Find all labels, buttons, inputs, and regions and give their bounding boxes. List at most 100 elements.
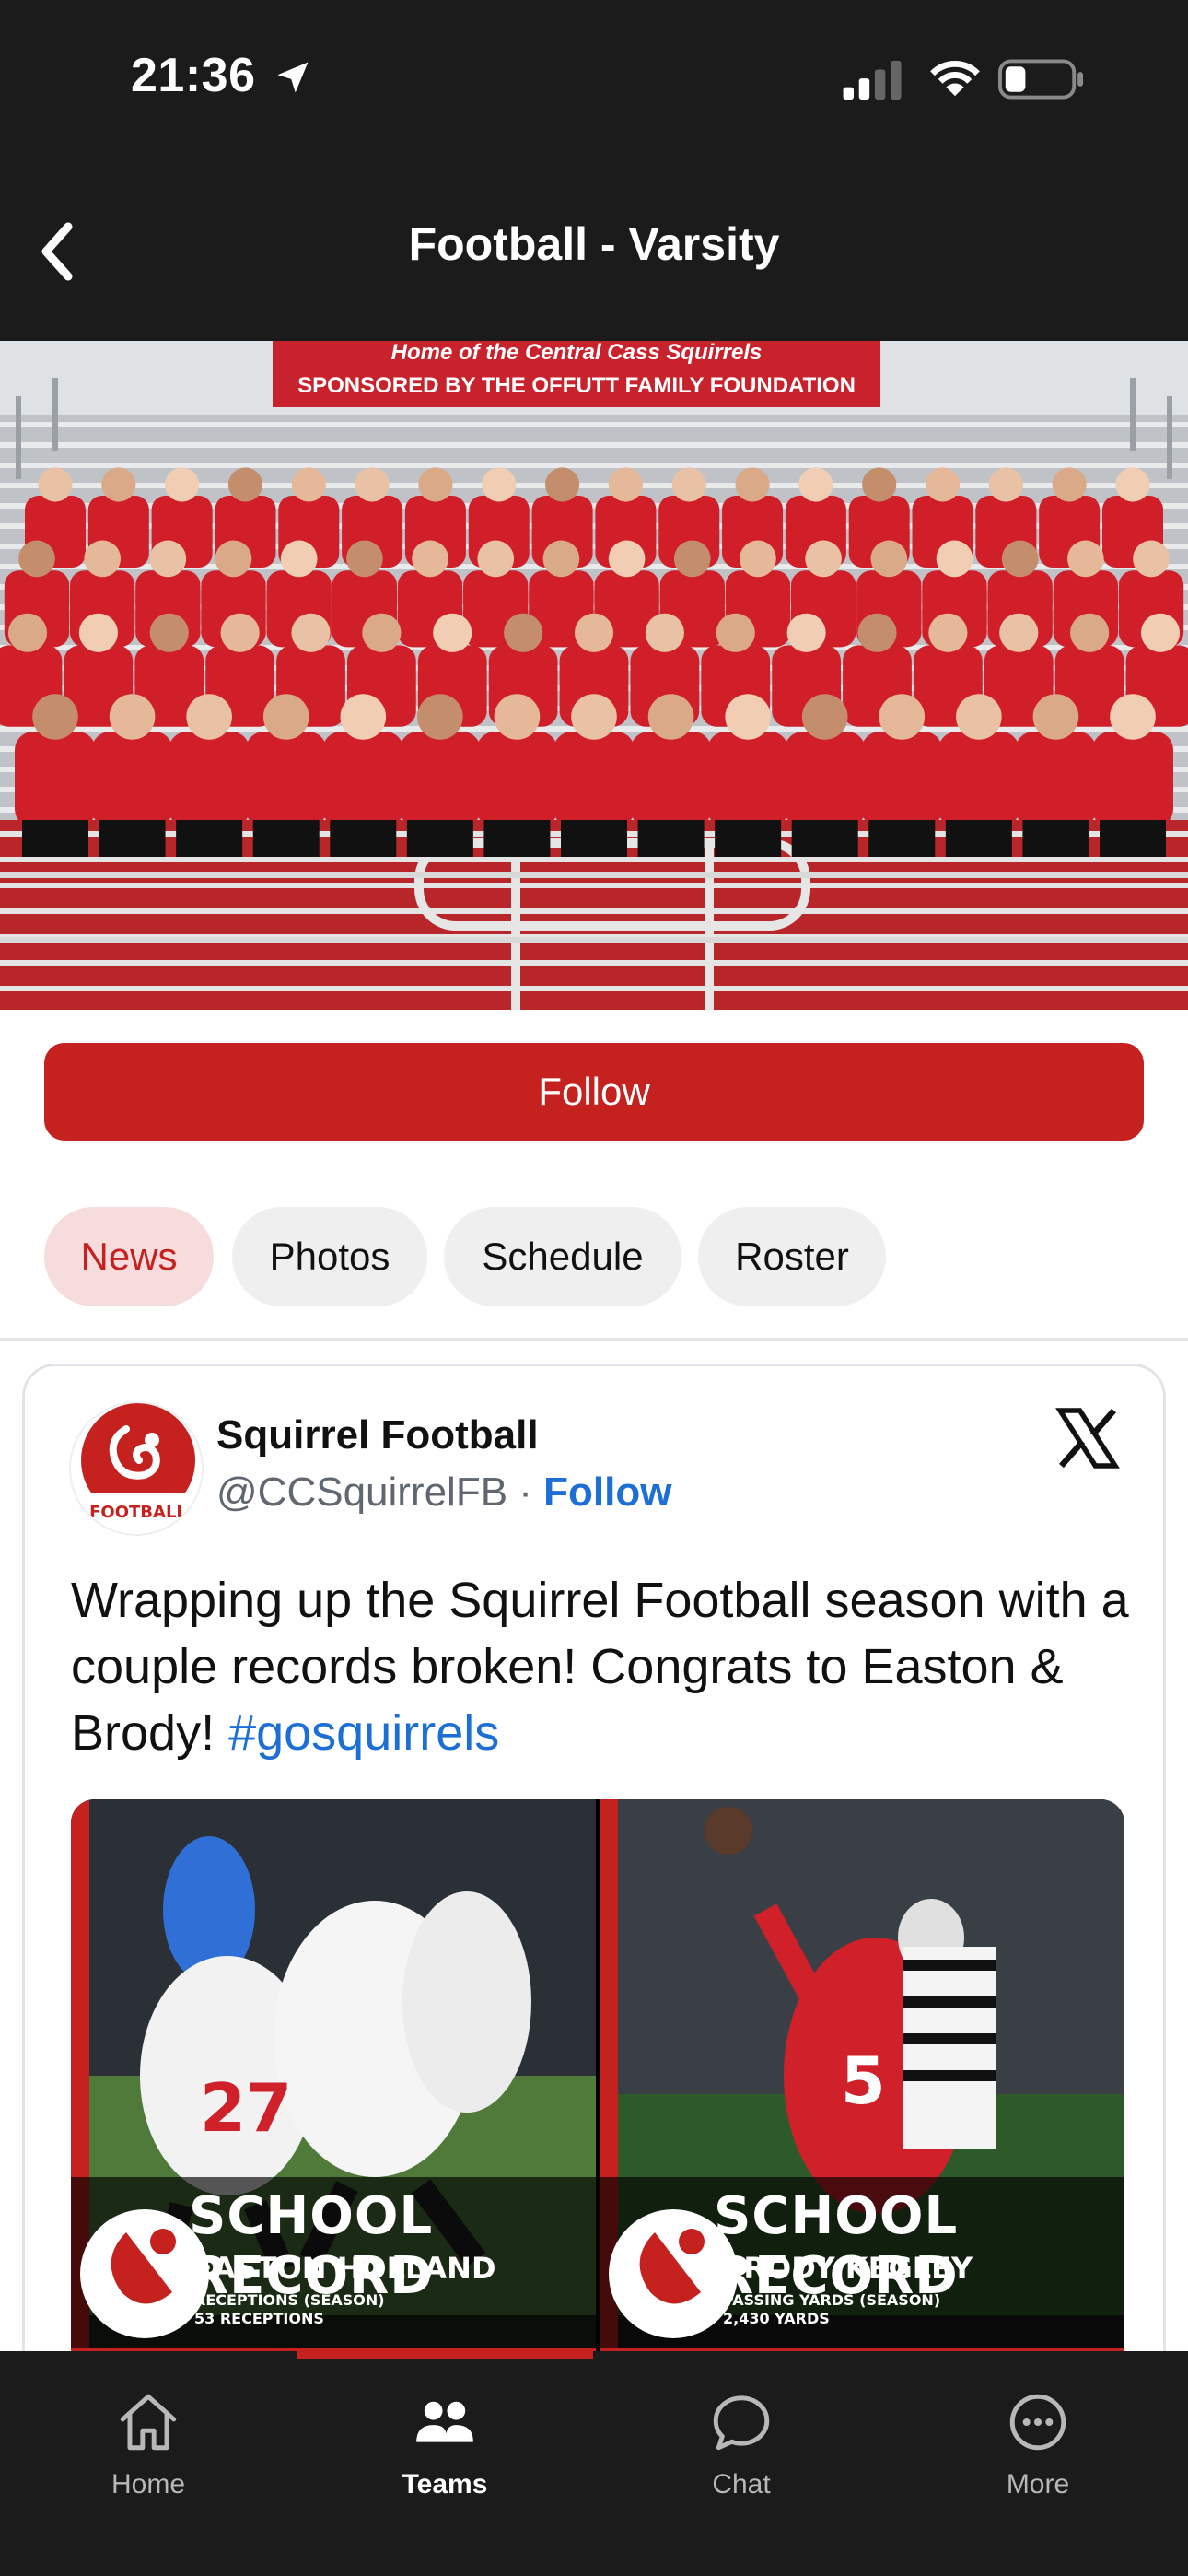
player-jersey [169, 732, 250, 827]
player-head [1115, 467, 1150, 502]
player-shorts [561, 820, 627, 857]
player-head [673, 540, 711, 578]
page-title: Football - Varsity [408, 218, 780, 270]
player-shorts [1100, 820, 1166, 857]
player-head [801, 694, 848, 740]
player-head [477, 540, 515, 578]
player-head [574, 613, 614, 652]
player-head [1133, 540, 1170, 578]
more-icon [1009, 2394, 1066, 2451]
nav-item-chat[interactable]: Chat [593, 2388, 890, 2517]
player-jersey [15, 732, 96, 827]
player-head [412, 540, 448, 578]
player-jersey [322, 732, 404, 827]
player-shorts [483, 820, 551, 857]
player-jersey [938, 732, 1019, 827]
banner-line1: Home of the Central Cass Squirrels [391, 341, 763, 365]
hashtag-link[interactable]: #gosquirrels [228, 1705, 499, 1761]
tab-photos[interactable]: Photos [232, 1207, 427, 1306]
media-left[interactable]: 27 SCHOOL RECORD EASTON HOLLAND RECEPTIO… [71, 1799, 596, 2371]
tweet-text: Wrapping up the Squirrel Football season… [71, 1567, 1130, 1766]
tab-news[interactable]: News [44, 1207, 214, 1306]
player-head [786, 613, 826, 652]
player-jersey [399, 732, 481, 827]
player-head [262, 694, 309, 740]
player-jersey [1092, 732, 1173, 827]
player-shorts [252, 820, 320, 857]
nav-item-teams[interactable]: Teams [297, 2388, 593, 2517]
player-head [544, 467, 580, 502]
right-record-stat-value: 2,430 YARDS [723, 2310, 830, 2327]
player-head [149, 540, 187, 578]
divider [0, 1338, 1188, 1341]
author-handle[interactable]: @CCSquirrelFB [216, 1469, 507, 1515]
player-head [879, 694, 926, 740]
nav-item-more[interactable]: More [890, 2388, 1186, 2517]
tweet-media[interactable]: 27 SCHOOL RECORD EASTON HOLLAND RECEPTIO… [71, 1799, 1124, 2371]
team-photo: Home of the Central Cass Squirrels SPONS… [0, 341, 1188, 1010]
player-head [862, 467, 897, 502]
avatar[interactable]: FOOTBALL [69, 1401, 204, 1536]
player-jersey [784, 732, 866, 827]
player-head [999, 613, 1039, 652]
player-head [482, 467, 517, 502]
player-head [186, 694, 232, 740]
separator: · [507, 1469, 544, 1515]
player-head [227, 467, 263, 502]
player-shorts [330, 820, 397, 857]
player-jersey [476, 732, 558, 827]
player-head [340, 694, 387, 740]
player-head [716, 613, 755, 652]
bottom-nav: Home Teams Chat More [0, 2351, 1188, 2576]
teams-icon [416, 2401, 473, 2442]
player-head [1110, 694, 1156, 740]
player-head [740, 540, 776, 578]
nav-label-home: Home [111, 2469, 186, 2500]
left-record-name: EASTON HOLLAND [192, 2251, 496, 2286]
avatar-text: FOOTBALL [89, 1503, 187, 1522]
player-head [78, 613, 118, 652]
player-head [18, 540, 55, 578]
player-head [418, 467, 453, 502]
tab-schedule[interactable]: Schedule [444, 1207, 681, 1306]
right-record-name: BRODY KEGLEY [721, 2251, 973, 2286]
player-head [355, 467, 390, 502]
player-head [291, 467, 326, 502]
media-right[interactable]: 5 SCHOOL RECORD BRODY KEGLEY PASSING YAR… [600, 1799, 1124, 2371]
left-record-title: SCHOOL RECORD [189, 2186, 434, 2306]
x-logo-icon[interactable] [1054, 1405, 1121, 1471]
chat-icon [713, 2395, 770, 2451]
player-head [165, 467, 200, 502]
player-head [494, 694, 541, 740]
nav-label-teams: Teams [402, 2469, 488, 2500]
player-head [32, 694, 78, 740]
player-head [1001, 540, 1039, 578]
player-head [671, 467, 706, 502]
player-head [149, 613, 189, 652]
player-head [280, 540, 318, 578]
player-head [220, 613, 260, 652]
player-head [291, 613, 331, 652]
player-jersey [630, 732, 712, 827]
player-shorts [945, 820, 1012, 857]
nav-item-home[interactable]: Home [0, 2388, 297, 2517]
player-jersey [1015, 732, 1097, 827]
status-time: 21:36 [131, 49, 256, 102]
player-head [645, 613, 684, 652]
author-name[interactable]: Squirrel Football [216, 1412, 539, 1458]
player-head [504, 613, 543, 652]
player-head [805, 540, 842, 578]
player-head [101, 467, 136, 502]
player-head [798, 467, 833, 502]
player-jersey [245, 732, 327, 827]
tab-roster[interactable]: Roster [698, 1207, 886, 1306]
tweet-follow-link[interactable]: Follow [543, 1469, 671, 1515]
follow-button[interactable]: Follow [44, 1043, 1144, 1141]
handle-row: @CCSquirrelFB · Follow [216, 1469, 671, 1516]
player-jersey [861, 732, 943, 827]
player-shorts [22, 820, 88, 857]
player-head [362, 613, 402, 652]
cellular-signal-icon [843, 61, 902, 100]
player-head [433, 613, 472, 652]
player-head [1140, 613, 1181, 652]
